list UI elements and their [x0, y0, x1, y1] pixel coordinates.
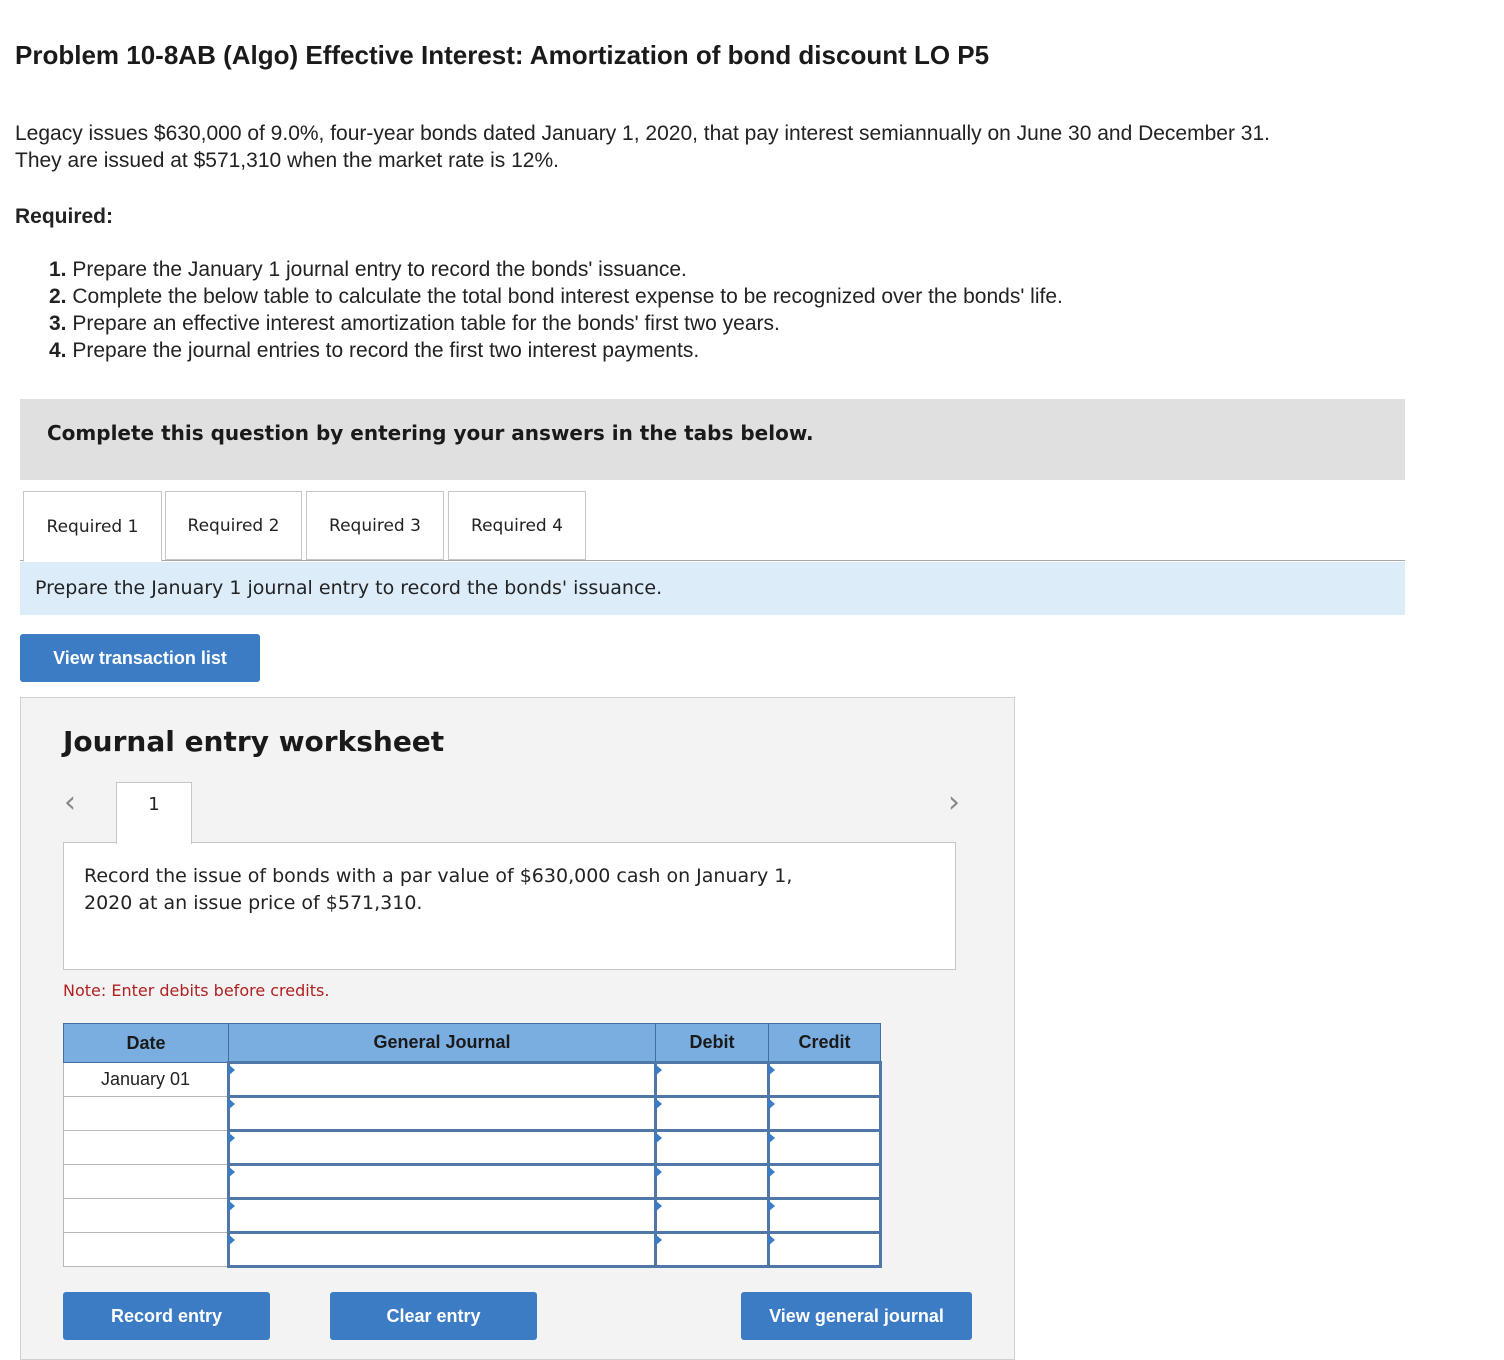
date-cell: January 01: [63, 1062, 229, 1097]
credit-input[interactable]: [767, 1095, 882, 1132]
instruction-text: Complete this question by entering your …: [47, 421, 814, 445]
table-row: [63, 1129, 882, 1166]
credit-input[interactable]: [767, 1197, 882, 1234]
column-header-credit: Credit: [768, 1023, 881, 1063]
requirement-number: 3.: [49, 312, 67, 335]
account-input[interactable]: [227, 1197, 657, 1234]
date-cell: [63, 1164, 229, 1199]
requirement-text: Prepare an effective interest amortizati…: [72, 312, 780, 335]
requirement-text: Prepare the January 1 journal entry to r…: [72, 258, 687, 281]
requirement-number: 1.: [49, 258, 67, 281]
requirement-number: 4.: [49, 339, 67, 362]
requirement-item: 4. Prepare the journal entries to record…: [49, 337, 1063, 364]
column-header-date: Date: [63, 1023, 229, 1063]
column-header-debit: Debit: [655, 1023, 769, 1063]
entry-note: Note: Enter debits before credits.: [63, 981, 330, 1000]
debit-input[interactable]: [654, 1231, 770, 1268]
debit-input[interactable]: [654, 1129, 770, 1166]
problem-intro: Legacy issues $630,000 of 9.0%, four-yea…: [15, 120, 1455, 174]
intro-line-1: Legacy issues $630,000 of 9.0%, four-yea…: [15, 122, 1270, 145]
page-number: 1: [148, 794, 160, 815]
worksheet-title: Journal entry worksheet: [63, 725, 445, 758]
debit-input[interactable]: [654, 1163, 770, 1200]
tab-required-1[interactable]: Required 1: [23, 491, 162, 562]
table-row: January 01: [63, 1061, 882, 1098]
table-header-row: Date General Journal Debit Credit: [63, 1023, 881, 1063]
problem-title: Problem 10-8AB (Algo) Effective Interest…: [15, 40, 990, 70]
column-header-general-journal: General Journal: [228, 1023, 656, 1063]
record-entry-button[interactable]: Record entry: [63, 1292, 270, 1340]
table-row: [63, 1231, 882, 1268]
account-input[interactable]: [227, 1231, 657, 1268]
date-cell: [63, 1232, 229, 1267]
tab-required-3[interactable]: Required 3: [306, 491, 444, 560]
transaction-description-box: Record the issue of bonds with a par val…: [63, 842, 956, 970]
journal-table: Date General Journal Debit Credit Januar…: [63, 1023, 882, 1268]
view-transaction-list-button[interactable]: View transaction list: [20, 634, 260, 682]
intro-line-2: They are issued at $571,310 when the mar…: [15, 149, 559, 172]
chevron-left-icon[interactable]: ‹: [64, 788, 76, 818]
account-input[interactable]: [227, 1061, 657, 1098]
table-row: [63, 1163, 882, 1200]
requirements-list: 1. Prepare the January 1 journal entry t…: [49, 256, 1063, 364]
account-input[interactable]: [227, 1095, 657, 1132]
requirement-text: Complete the below table to calculate th…: [72, 285, 1063, 308]
worksheet-page-tab[interactable]: 1: [116, 782, 192, 844]
date-cell: [63, 1130, 229, 1165]
clear-entry-button[interactable]: Clear entry: [330, 1292, 537, 1340]
instruction-banner: Complete this question by entering your …: [20, 399, 1405, 480]
view-general-journal-button[interactable]: View general journal: [741, 1292, 972, 1340]
requirement-item: 3. Prepare an effective interest amortiz…: [49, 310, 1063, 337]
tab-prompt: Prepare the January 1 journal entry to r…: [20, 562, 1405, 615]
chevron-right-icon[interactable]: ›: [948, 788, 960, 818]
requirement-item: 1. Prepare the January 1 journal entry t…: [49, 256, 1063, 283]
debit-input[interactable]: [654, 1061, 770, 1098]
table-row: [63, 1095, 882, 1132]
transaction-description: Record the issue of bonds with a par val…: [84, 865, 793, 914]
table-row: [63, 1197, 882, 1234]
requirement-number: 2.: [49, 285, 67, 308]
tab-prompt-text: Prepare the January 1 journal entry to r…: [35, 577, 663, 599]
requirement-text: Prepare the journal entries to record th…: [72, 339, 700, 362]
required-heading: Required:: [15, 205, 114, 228]
credit-input[interactable]: [767, 1231, 882, 1268]
account-input[interactable]: [227, 1163, 657, 1200]
date-cell: [63, 1096, 229, 1131]
tab-required-4[interactable]: Required 4: [448, 491, 586, 560]
tabs-divider: [20, 560, 1405, 561]
debit-input[interactable]: [654, 1095, 770, 1132]
credit-input[interactable]: [767, 1163, 882, 1200]
tab-required-2[interactable]: Required 2: [165, 491, 302, 560]
credit-input[interactable]: [767, 1129, 882, 1166]
credit-input[interactable]: [767, 1061, 882, 1098]
account-input[interactable]: [227, 1129, 657, 1166]
date-cell: [63, 1198, 229, 1233]
debit-input[interactable]: [654, 1197, 770, 1234]
requirement-item: 2. Complete the below table to calculate…: [49, 283, 1063, 310]
